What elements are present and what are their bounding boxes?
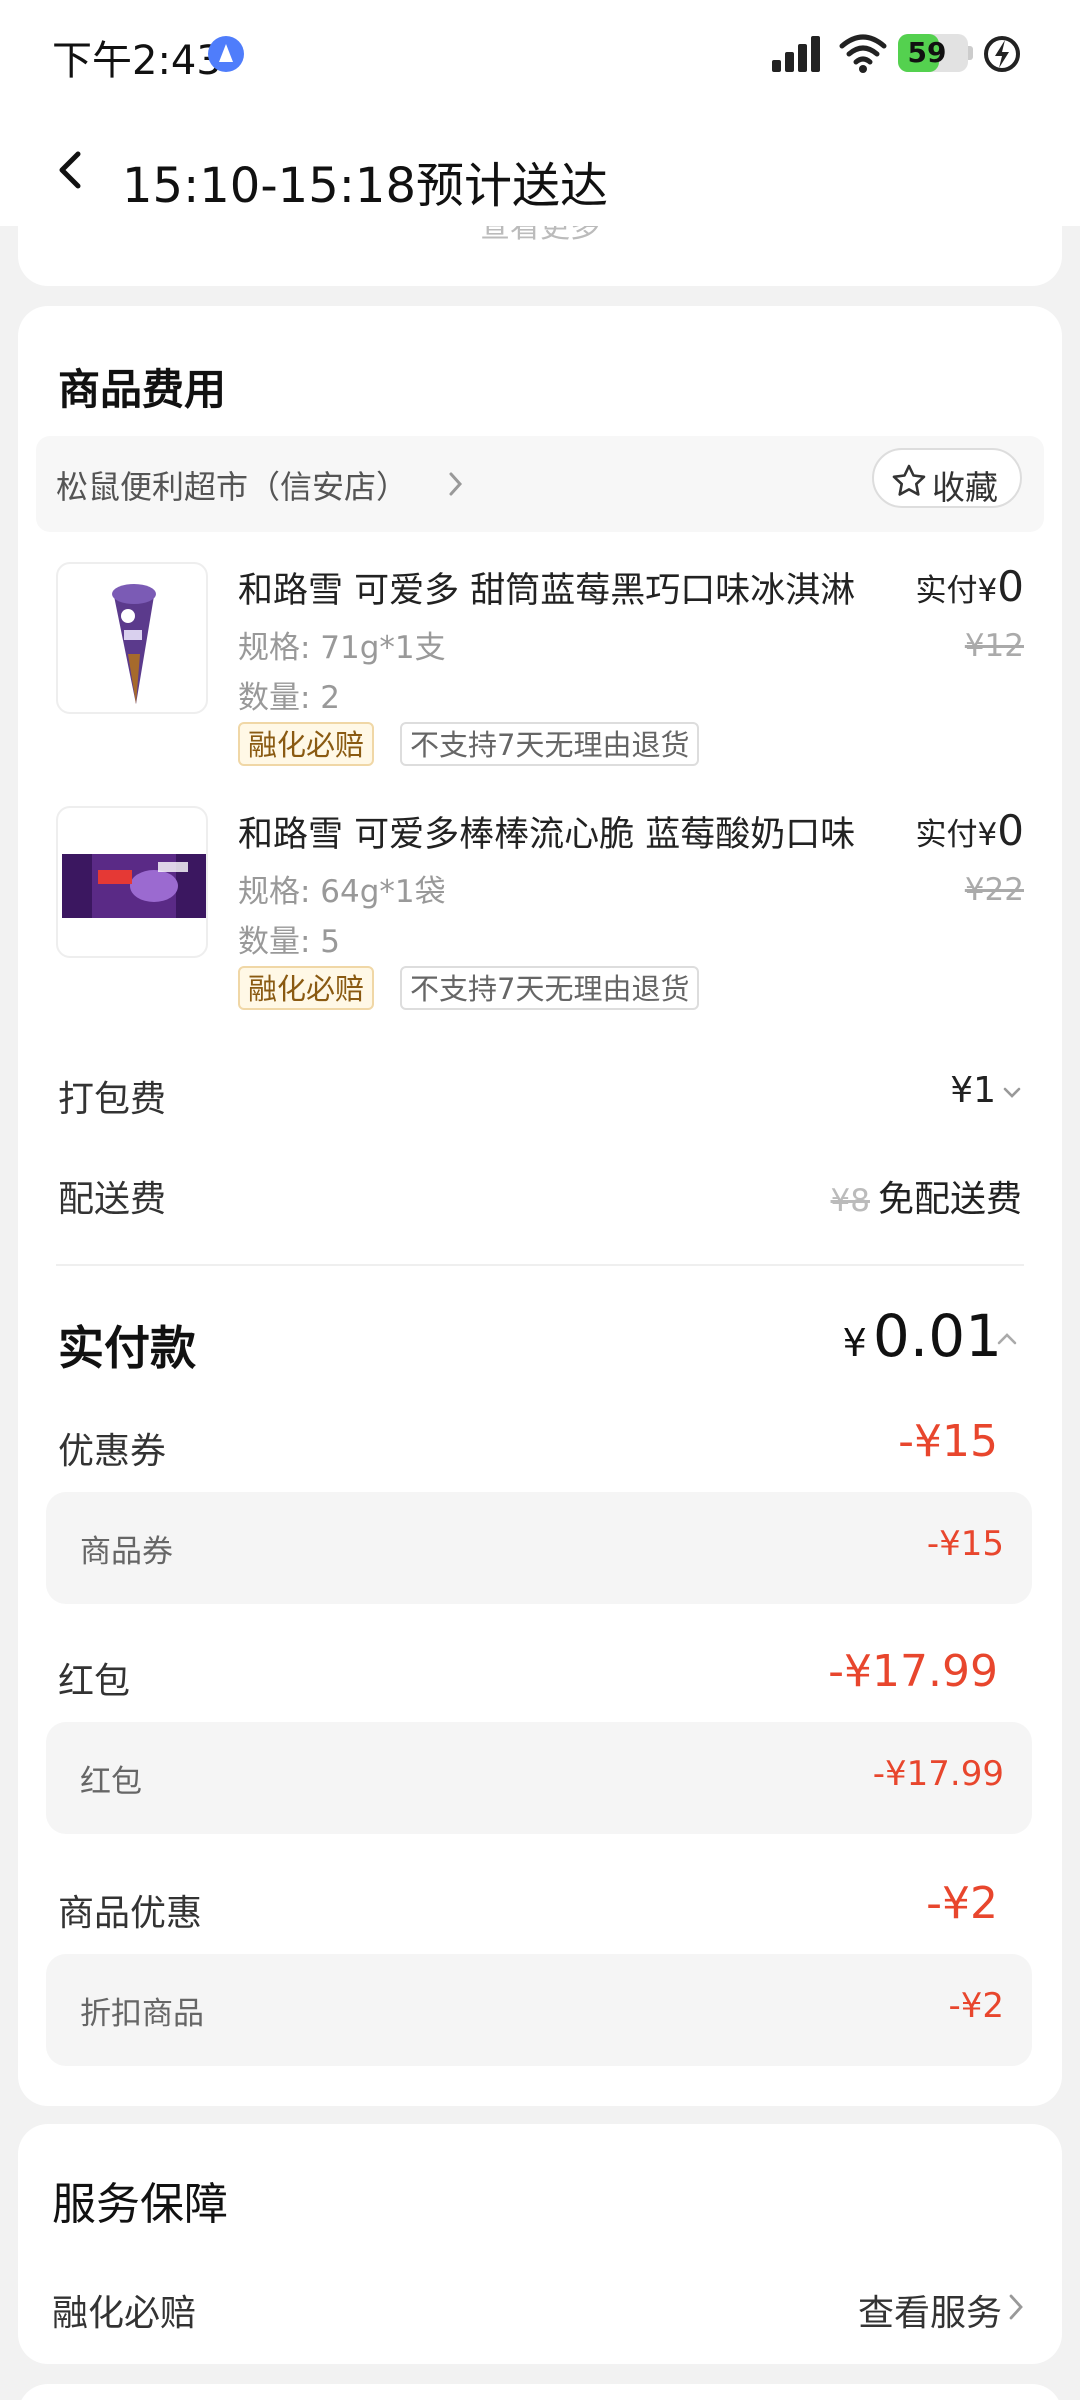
no-return-tag: 不支持7天无理由退货 bbox=[400, 722, 700, 766]
wifi-icon bbox=[839, 34, 887, 73]
view-service-link[interactable]: 查看服务 bbox=[858, 2284, 1002, 2336]
total-amount[interactable]: ¥0.01 bbox=[843, 1302, 1002, 1370]
red-packet-sub-label: 红包 bbox=[80, 1764, 142, 1800]
total-label: 实付款 bbox=[58, 1321, 196, 1375]
packing-fee-value[interactable]: ¥1 bbox=[950, 1070, 996, 1111]
paid-symbol: ¥ bbox=[977, 817, 998, 853]
status-bar: 下午2:43 59 bbox=[0, 0, 1080, 110]
signal-icon bbox=[772, 36, 822, 72]
service-card: 服务保障 融化必赔 查看服务 bbox=[18, 2124, 1062, 2364]
store-row[interactable]: 松鼠便利超市（信安店） 收藏 bbox=[36, 436, 1044, 532]
service-title: 服务保障 bbox=[52, 2179, 228, 2230]
red-packet-detail: 红包 -¥17.99 bbox=[46, 1722, 1032, 1834]
favorite-label: 收藏 bbox=[932, 468, 998, 507]
paid-label: 实付 bbox=[915, 817, 978, 853]
store-name[interactable]: 松鼠便利超市（信安店） bbox=[56, 462, 408, 508]
product-discount-label: 商品优惠 bbox=[58, 1893, 203, 1934]
coupon-value: -¥15 bbox=[898, 1416, 998, 1467]
product-quantity: 数量: 2 bbox=[238, 680, 341, 716]
coupon-sub-value: -¥15 bbox=[926, 1524, 1004, 1564]
product-image bbox=[56, 806, 208, 958]
chevron-right-icon bbox=[449, 472, 463, 496]
product-image bbox=[56, 562, 208, 714]
total-value: 0.01 bbox=[872, 1302, 1002, 1370]
product-original-price: ¥22 bbox=[964, 872, 1024, 908]
coupon-detail: 商品券 -¥15 bbox=[46, 1492, 1032, 1604]
product-discount-value: -¥2 bbox=[926, 1878, 998, 1929]
service-item: 融化必赔 bbox=[52, 2293, 197, 2334]
product-paid: 实付¥0 bbox=[916, 806, 1024, 855]
battery-percent: 59 bbox=[907, 36, 947, 69]
melt-guarantee-tag: 融化必赔 bbox=[238, 966, 375, 1010]
product-name: 和路雪 可爱多 甜筒蓝莓黑巧口味冰淇淋 bbox=[238, 571, 856, 611]
favorite-button[interactable]: 收藏 bbox=[872, 448, 1022, 508]
product-spec: 规格: 64g*1袋 bbox=[238, 874, 446, 910]
currency-symbol: ¥ bbox=[842, 1321, 867, 1365]
section-title: 商品费用 bbox=[58, 365, 227, 414]
product-item[interactable]: 和路雪 可爱多 甜筒蓝莓黑巧口味冰淇淋 规格: 71g*1支 数量: 2 实付¥… bbox=[56, 562, 1024, 782]
coupon-sub-label: 商品券 bbox=[80, 1534, 173, 1570]
red-packet-sub-value: -¥17.99 bbox=[872, 1754, 1004, 1794]
status-time: 下午2:43 bbox=[52, 38, 222, 84]
product-item[interactable]: 和路雪 可爱多棒棒流心脆 蓝莓酸奶口味 规格: 64g*1袋 数量: 5 实付¥… bbox=[56, 806, 1024, 1026]
product-discount-detail: 折扣商品 -¥2 bbox=[46, 1954, 1032, 2066]
product-paid: 实付¥0 bbox=[916, 562, 1024, 611]
chevron-right-icon[interactable] bbox=[1008, 2292, 1024, 2322]
product-name: 和路雪 可爱多棒棒流心脆 蓝莓酸奶口味 bbox=[238, 815, 856, 855]
delivery-free: 免配送费 bbox=[877, 1179, 1022, 1220]
product-quantity: 数量: 5 bbox=[238, 924, 341, 960]
paid-label: 实付 bbox=[915, 573, 978, 609]
red-packet-label: 红包 bbox=[58, 1661, 131, 1702]
coupon-label: 优惠券 bbox=[58, 1431, 167, 1472]
page-title: 15:10-15:18预计送达 bbox=[122, 158, 608, 214]
delivery-fee-value: ¥8 免配送费 bbox=[831, 1170, 1022, 1222]
battery-icon: 59 bbox=[898, 34, 968, 72]
delivery-original: ¥8 bbox=[830, 1183, 870, 1219]
product-discount-sub-value: -¥2 bbox=[948, 1986, 1004, 2026]
divider bbox=[56, 1264, 1024, 1266]
delivery-fee-label: 配送费 bbox=[58, 1179, 167, 1220]
charging-icon bbox=[984, 36, 1020, 72]
paid-symbol: ¥ bbox=[977, 573, 998, 609]
next-card bbox=[18, 2384, 1062, 2400]
paid-value: 0 bbox=[997, 806, 1024, 855]
chevron-up-icon[interactable] bbox=[996, 1332, 1018, 1346]
melt-guarantee-tag: 融化必赔 bbox=[238, 722, 375, 766]
back-arrow-icon[interactable] bbox=[52, 150, 92, 190]
chevron-down-icon[interactable] bbox=[1002, 1086, 1022, 1100]
product-original-price: ¥12 bbox=[964, 628, 1024, 664]
product-discount-sub-label: 折扣商品 bbox=[80, 1996, 204, 2032]
red-packet-value: -¥17.99 bbox=[828, 1646, 998, 1697]
paid-value: 0 bbox=[997, 562, 1024, 611]
star-icon bbox=[892, 464, 926, 496]
no-return-tag: 不支持7天无理由退货 bbox=[400, 966, 700, 1010]
fee-card: 商品费用 松鼠便利超市（信安店） 收藏 和路雪 可爱多 甜筒蓝莓黑巧口味冰淇淋 … bbox=[18, 306, 1062, 2106]
navigation-icon bbox=[208, 36, 244, 72]
product-spec: 规格: 71g*1支 bbox=[238, 630, 446, 666]
packing-fee-label: 打包费 bbox=[58, 1079, 167, 1120]
page-header: 15:10-15:18预计送达 bbox=[0, 110, 1080, 226]
